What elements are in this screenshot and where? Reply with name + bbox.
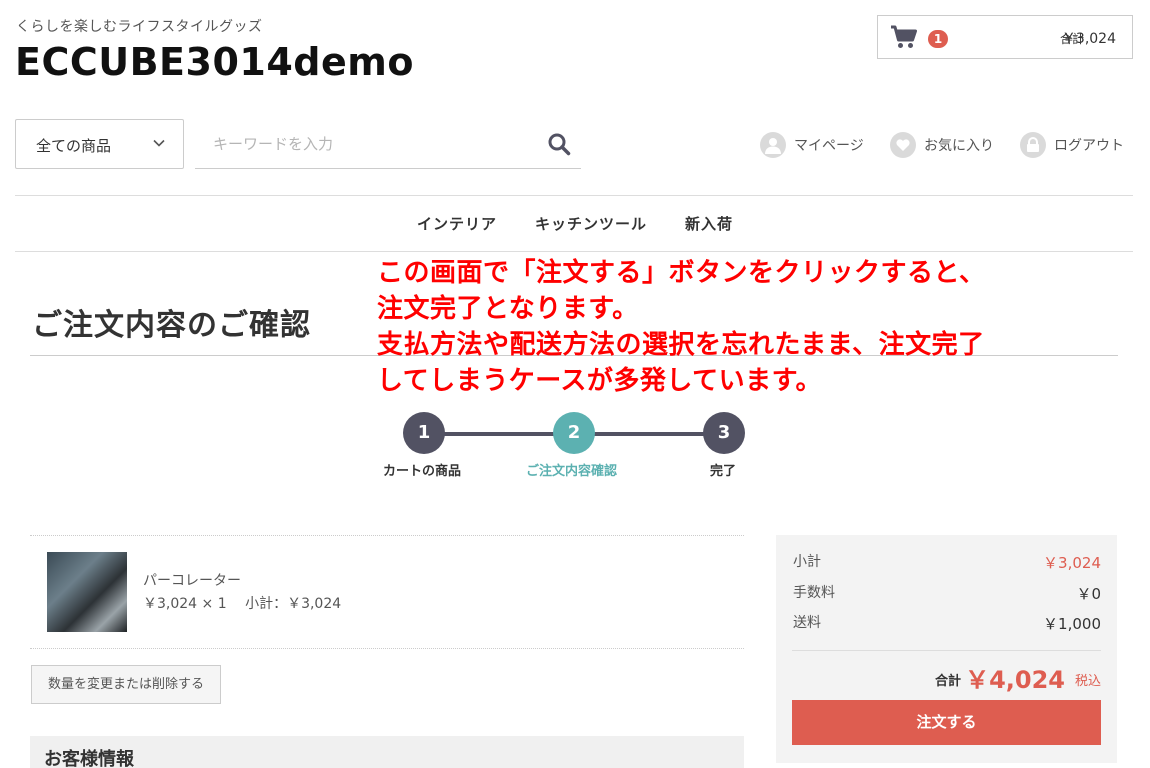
shop-tagline: くらしを楽しむライフスタイルグッズ (16, 19, 263, 35)
cart-summary[interactable]: 1 合計 ￥3,024 (877, 15, 1133, 59)
product-price-detail: ￥3,024 × 1 小計：￥3,024 (143, 596, 342, 612)
subtotal-label: 小計 (793, 554, 821, 570)
cart-total-value: ￥3,024 (1061, 31, 1116, 47)
item-list-bottom-divider (30, 648, 744, 649)
annotation-line: この画面で「注文する」ボタンをクリックすると、 (377, 258, 986, 288)
step-1-circle: 1 (403, 412, 445, 454)
nav-item-interior[interactable]: インテリア (417, 213, 497, 234)
product-name: パーコレーター (143, 573, 241, 589)
mypage-link[interactable]: マイページ (760, 131, 864, 159)
search-icon[interactable] (547, 132, 571, 156)
subtotal-value: ￥3,024 (1043, 554, 1101, 572)
category-nav: インテリア キッチンツール 新入荷 (0, 196, 1150, 251)
category-select[interactable]: 全ての商品 (15, 119, 184, 169)
logout-label: ログアウト (1054, 138, 1124, 154)
nav-bottom-divider (15, 251, 1133, 252)
nav-item-kitchen-tools[interactable]: キッチンツール (535, 213, 647, 234)
step-2-circle: 2 (553, 412, 595, 454)
warning-annotation: この画面で「注文する」ボタンをクリックすると、 注文完了となります。 支払方法や… (377, 255, 1137, 399)
step-2-label: ご注文内容確認 (526, 464, 618, 479)
item-list-top-divider (30, 535, 744, 536)
mypage-label: マイページ (794, 138, 864, 154)
total-value: ￥4,024 (965, 666, 1065, 694)
step-1-label: カートの商品 (383, 464, 462, 479)
step-3-label: 完了 (710, 464, 737, 479)
place-order-button[interactable]: 注文する (792, 700, 1101, 745)
order-summary: 小計 ￥3,024 手数料 ￥0 送料 ￥1,000 合計 ￥4,024 税込 … (776, 535, 1117, 763)
customer-info-header: お客様情報 (30, 736, 744, 768)
nav-item-new-arrivals[interactable]: 新入荷 (685, 213, 733, 234)
total-label: 合計 (934, 674, 961, 689)
heart-icon (890, 132, 916, 158)
annotation-line: してしまうケースが多発しています。 (377, 366, 823, 396)
favorites-label: お気に入り (924, 138, 994, 154)
summary-divider (792, 650, 1101, 651)
shop-name-logo[interactable]: ECCUBE3014demo (15, 40, 414, 84)
cart-count-badge: 1 (928, 30, 948, 48)
lock-icon (1020, 132, 1046, 158)
user-icon (760, 132, 786, 158)
fee-label: 手数料 (793, 585, 835, 601)
search-input[interactable] (195, 119, 581, 169)
tax-included-label: 税込 (1074, 674, 1101, 689)
cart-icon (891, 25, 917, 48)
fee-value: ￥0 (1076, 585, 1101, 603)
page-title: ご注文内容のご確認 (32, 308, 311, 343)
annotation-line: 支払方法や配送方法の選択を忘れたまま、注文完了 (377, 330, 985, 360)
shipping-value: ￥1,000 (1043, 615, 1101, 633)
category-selected-value: 全ての商品 (36, 137, 112, 155)
logout-link[interactable]: ログアウト (1020, 131, 1124, 159)
annotation-line: 注文完了となります。 (377, 294, 639, 324)
chevron-down-icon (153, 139, 165, 147)
change-quantity-button[interactable]: 数量を変更または削除する (31, 665, 221, 704)
favorites-link[interactable]: お気に入り (890, 131, 994, 159)
product-image[interactable] (47, 552, 127, 632)
shipping-label: 送料 (793, 615, 821, 631)
step-3-circle: 3 (703, 412, 745, 454)
customer-info-title: お客様情報 (44, 749, 134, 768)
